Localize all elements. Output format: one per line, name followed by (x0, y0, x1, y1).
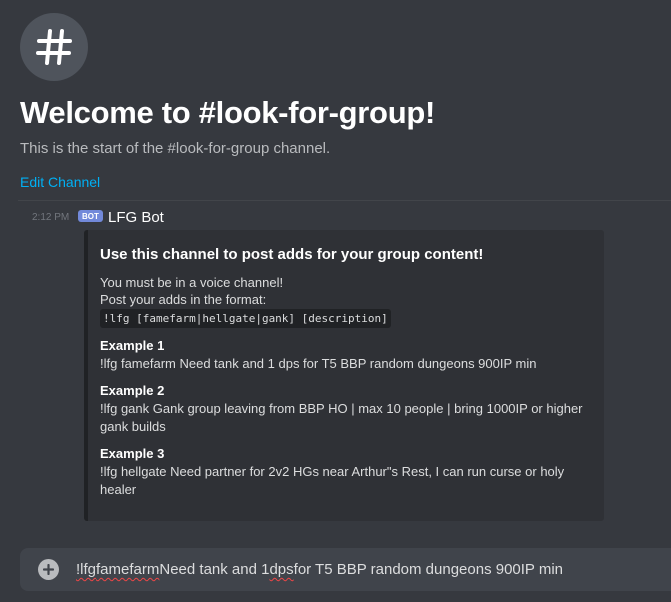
misspelled-word: dps (269, 561, 294, 578)
input-text: for T5 BBP random dungeons 900IP min (293, 561, 563, 578)
message-composer: !lfg famefarm Need tank and 1 dps for T5… (20, 548, 671, 591)
embed-field-value: !lfg famefarm Need tank and 1 dps for T5… (100, 356, 537, 371)
message-input[interactable]: !lfg famefarm Need tank and 1 dps for T5… (76, 548, 671, 591)
embed-desc-line: You must be in a voice channel! (100, 275, 284, 290)
message-item: 2:12 PM BOT LFG Bot Use this channel to … (0, 205, 671, 521)
welcome-title: Welcome to #look-for-group! (20, 95, 435, 130)
embed-field: Example 2 !lfg gank Gank group leaving f… (100, 382, 592, 436)
channel-view: Welcome to #look-for-group! This is the … (0, 0, 671, 602)
hashtag-glyph (36, 29, 72, 65)
misspelled-word: !lfg (76, 561, 97, 578)
welcome-divider (18, 200, 671, 201)
embed-title: Use this channel to post adds for your g… (100, 246, 484, 263)
input-text: Need tank and 1 (159, 561, 270, 578)
message-author[interactable]: LFG Bot (108, 209, 164, 226)
embed-description: You must be in a voice channel! Post you… (100, 274, 592, 328)
welcome-subtitle: This is the start of the #look-for-group… (20, 140, 331, 157)
hashtag-icon (20, 13, 88, 81)
message-timestamp[interactable]: 2:12 PM (32, 212, 69, 223)
misspelled-word: famefarm (96, 561, 160, 578)
plus-glyph (43, 564, 54, 575)
embed-desc-line: Post your adds in the format: (100, 292, 267, 307)
message-embed: Use this channel to post adds for your g… (84, 230, 604, 521)
format-code: !lfg [famefarm|hellgate|gank] [descripti… (100, 309, 391, 328)
channel-welcome: Welcome to #look-for-group! This is the … (20, 13, 660, 192)
edit-channel-link[interactable]: Edit Channel (20, 174, 100, 190)
embed-field: Example 3 !lfg hellgate Need partner for… (100, 445, 592, 499)
plus-circle-icon[interactable] (38, 559, 59, 580)
embed-field-value: !lfg hellgate Need partner for 2v2 HGs n… (100, 464, 565, 497)
message-header: 2:12 PM BOT LFG Bot (0, 205, 671, 229)
embed-field-name: Example 2 (100, 383, 165, 398)
embed-field-name: Example 3 (100, 446, 165, 461)
embed-field: Example 1 !lfg famefarm Need tank and 1 … (100, 337, 592, 373)
embed-field-value: !lfg gank Gank group leaving from BBP HO… (100, 401, 583, 434)
bot-tag: BOT (78, 210, 103, 222)
embed-field-name: Example 1 (100, 338, 165, 353)
